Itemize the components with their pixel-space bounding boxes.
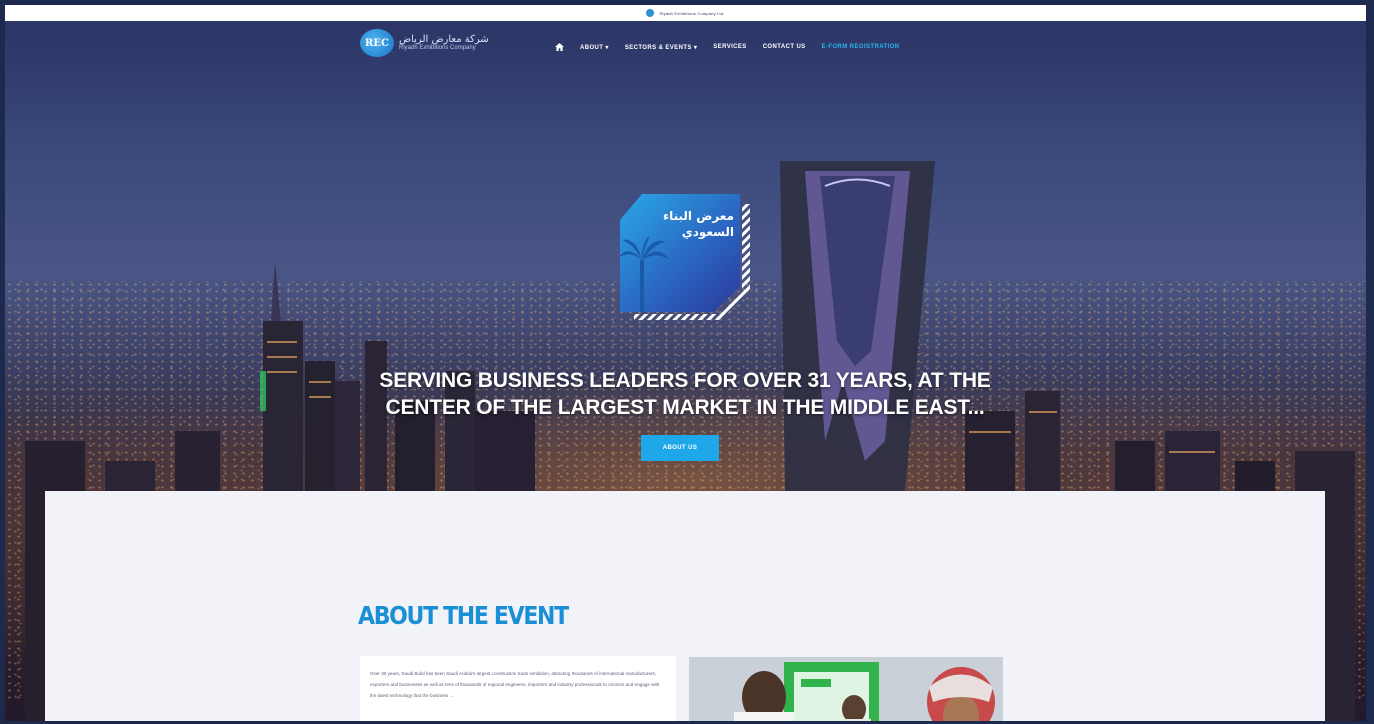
- logo-badge: REC: [360, 29, 394, 57]
- section-title: ABOUT THE EVENT: [358, 601, 569, 630]
- hero-headline: SERVING BUSINESS LEADERS FOR OVER 31 YEA…: [379, 369, 991, 419]
- globe-icon: [646, 9, 655, 17]
- main-navigation: REC شركة معارض الرياض Riyadh Exhibitions…: [360, 29, 1000, 65]
- nav-menu: ABOUT ▾ SECTORS & EVENTS ▾ SERVICES CONT…: [555, 43, 899, 51]
- logo-text: شركة معارض الرياض Riyadh Exhibitions Com…: [399, 34, 489, 52]
- nav-item-e-form-registration[interactable]: E-FORM REGISTRATION: [822, 44, 900, 50]
- about-description: Over 30 years, Saudi Build has been Saud…: [360, 656, 676, 721]
- about-us-button[interactable]: ABOUT US: [641, 435, 719, 461]
- home-icon[interactable]: [555, 43, 564, 51]
- company-logo[interactable]: REC شركة معارض الرياض Riyadh Exhibitions…: [360, 29, 489, 57]
- nav-item-services[interactable]: SERVICES: [713, 44, 746, 50]
- browser-viewport: Riyadh Exhibitions Company Ltd. REC شركة…: [5, 5, 1366, 721]
- exhibition-photo: [689, 657, 1003, 721]
- emblem-arabic-title: معرض البناء السعودي: [662, 209, 734, 239]
- top-info-bar: Riyadh Exhibitions Company Ltd.: [5, 5, 1366, 21]
- logo-arabic-name: شركة معارض الرياض: [399, 34, 489, 46]
- nav-item-contact-us[interactable]: CONTACT US: [763, 44, 806, 50]
- nav-item-sectors-events[interactable]: SECTORS & EVENTS ▾: [625, 44, 697, 51]
- nav-item-about[interactable]: ABOUT ▾: [580, 44, 609, 51]
- top-info-text: Riyadh Exhibitions Company Ltd.: [659, 10, 725, 16]
- saudi-build-emblem: معرض البناء السعودي: [618, 194, 750, 322]
- about-event-section: ABOUT THE EVENT Over 30 years, Saudi Bui…: [45, 491, 1325, 721]
- logo-english-name: Riyadh Exhibitions Company: [399, 45, 476, 52]
